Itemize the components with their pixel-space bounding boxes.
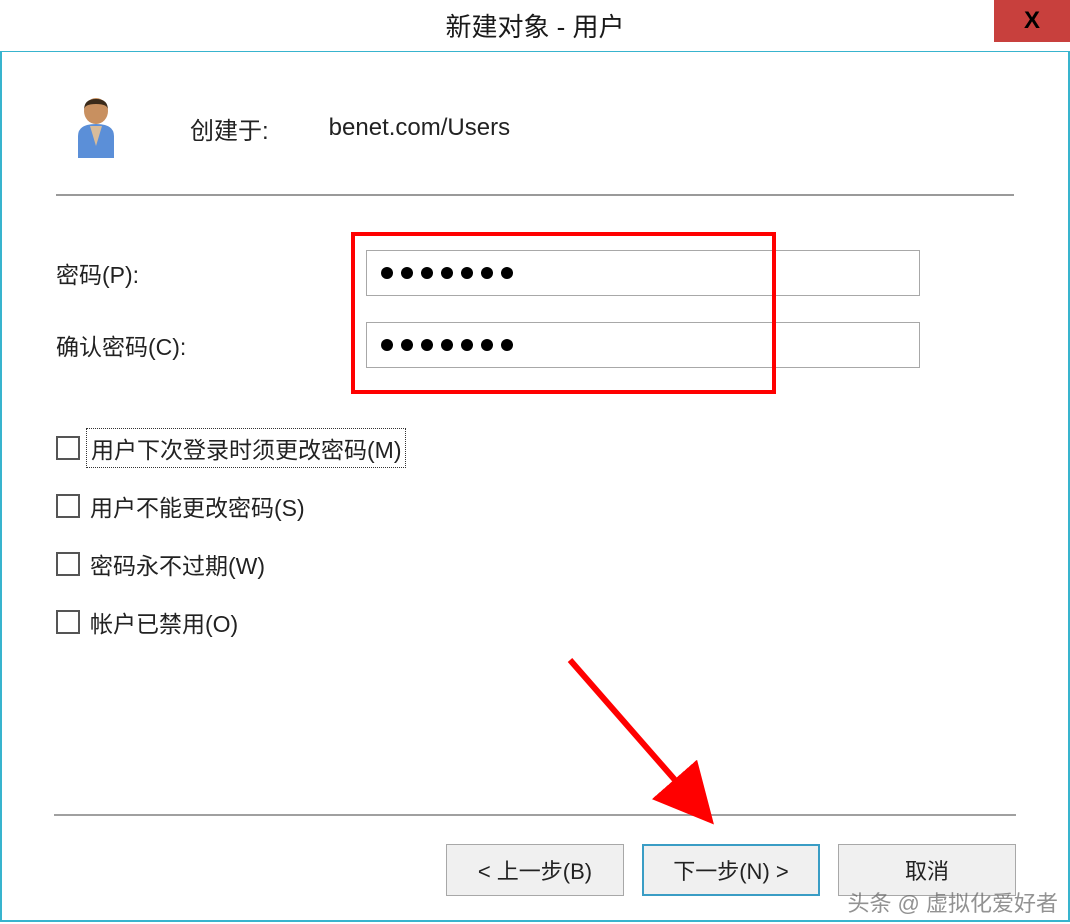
created-in-label: 创建于: <box>190 111 269 146</box>
back-button[interactable]: < 上一步(B) <box>446 844 624 896</box>
password-row: 密码(P): <box>56 248 1014 298</box>
confirm-password-input[interactable] <box>366 322 920 368</box>
password-label: 密码(P): <box>56 256 366 290</box>
button-area: < 上一步(B) 下一步(N) > 取消 <box>0 814 1070 896</box>
password-input[interactable] <box>366 250 920 296</box>
account-disabled-checkbox[interactable] <box>56 610 80 634</box>
titlebar: 新建对象 - 用户 X <box>0 0 1070 52</box>
confirm-password-row: 确认密码(C): <box>56 320 1014 370</box>
back-button-label: < 上一步(B) <box>478 854 592 886</box>
account-disabled-row[interactable]: 帐户已禁用(O) <box>56 602 1014 642</box>
must-change-password-label: 用户下次登录时须更改密码(M) <box>86 428 406 468</box>
close-icon: X <box>1024 7 1040 35</box>
must-change-password-row[interactable]: 用户下次登录时须更改密码(M) <box>56 428 1014 468</box>
next-button[interactable]: 下一步(N) > <box>642 844 820 896</box>
password-never-expires-label: 密码永不过期(W) <box>86 545 269 583</box>
watermark: 头条 @ 虚拟化爱好者 <box>847 886 1058 918</box>
must-change-password-checkbox[interactable] <box>56 436 80 460</box>
account-disabled-label: 帐户已禁用(O) <box>86 603 242 641</box>
close-button[interactable]: X <box>994 0 1070 42</box>
next-button-label: 下一步(N) > <box>673 854 789 886</box>
dialog-title: 新建对象 - 用户 <box>445 7 624 44</box>
dialog-body: 创建于: benet.com/Users 密码(P): 确认密码(C): <box>0 52 1070 922</box>
cannot-change-password-row[interactable]: 用户不能更改密码(S) <box>56 486 1014 526</box>
cancel-button-label: 取消 <box>905 854 949 886</box>
form-area: 密码(P): 确认密码(C): 用户下次登录时须更改密码(M) 用户不 <box>56 196 1014 642</box>
cannot-change-password-checkbox[interactable] <box>56 494 80 518</box>
cannot-change-password-label: 用户不能更改密码(S) <box>86 487 309 525</box>
content-area: 创建于: benet.com/Users 密码(P): 确认密码(C): <box>2 52 1068 642</box>
header-row: 创建于: benet.com/Users <box>56 96 1014 194</box>
checkbox-area: 用户下次登录时须更改密码(M) 用户不能更改密码(S) 密码永不过期(W) 帐户… <box>56 392 1014 642</box>
password-never-expires-checkbox[interactable] <box>56 552 80 576</box>
user-icon <box>70 96 122 160</box>
created-in-value: benet.com/Users <box>329 114 510 142</box>
button-separator <box>54 814 1016 816</box>
password-never-expires-row[interactable]: 密码永不过期(W) <box>56 544 1014 584</box>
confirm-password-label: 确认密码(C): <box>56 328 366 362</box>
